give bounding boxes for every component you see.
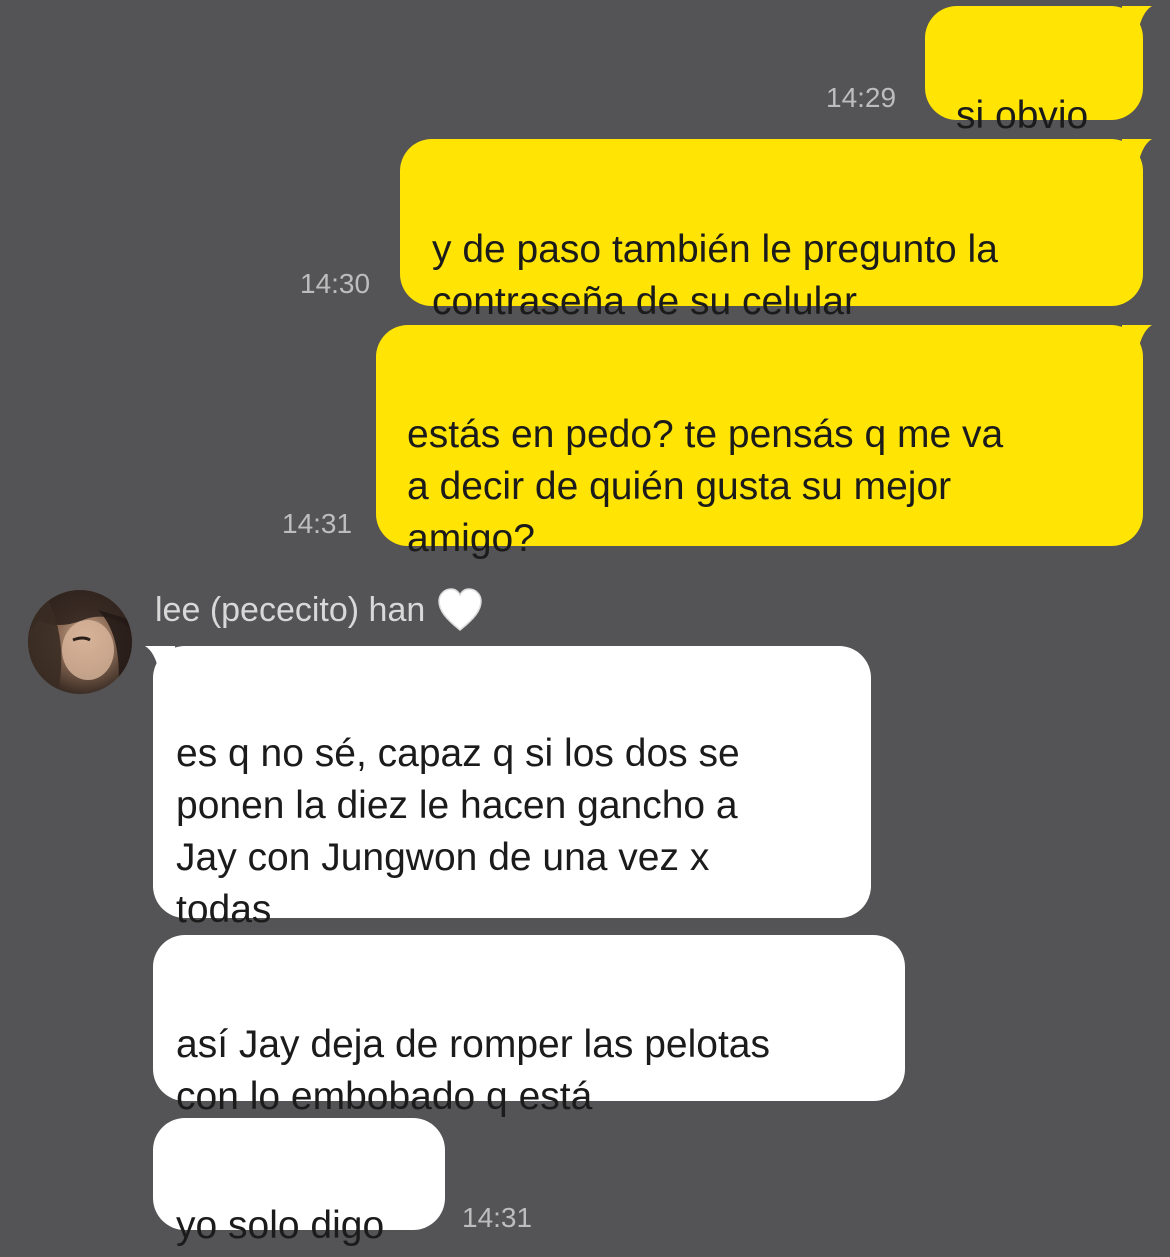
contact-name-text: lee (pececito) han — [155, 590, 426, 629]
incoming-message[interactable]: yo solo digo — [153, 1118, 445, 1247]
message-timestamp: 14:31 — [462, 1202, 533, 1233]
outgoing-message[interactable]: si obvio — [925, 6, 1143, 137]
bubble-tail-icon — [1122, 6, 1152, 32]
message-text: si obvio — [956, 94, 1089, 137]
message-timestamp: 14:29 — [826, 82, 897, 113]
outgoing-message[interactable]: estás en pedo? te pensás q me va a decir… — [376, 325, 1143, 560]
white-heart-icon — [438, 588, 483, 631]
message-text: así Jay deja de romper las pelotas con l… — [176, 1023, 770, 1118]
contact-name: lee (pececito) han — [155, 588, 483, 632]
message-timestamp: 14:31 — [282, 508, 353, 539]
message-text: yo solo digo — [176, 1204, 385, 1247]
incoming-message[interactable]: así Jay deja de romper las pelotas con l… — [153, 935, 905, 1118]
contact-avatar[interactable] — [28, 590, 132, 694]
message-text: estás en pedo? te pensás q me va a decir… — [407, 413, 1004, 560]
incoming-message[interactable]: es q no sé, capaz q si los dos se ponen … — [153, 646, 871, 931]
bubble-tail-icon — [1122, 139, 1152, 165]
message-text: es q no sé, capaz q si los dos se ponen … — [176, 732, 740, 931]
avatar-photo-icon — [28, 590, 132, 694]
outgoing-message[interactable]: y de paso también le pregunto la contras… — [400, 139, 1143, 323]
message-timestamp: 14:30 — [300, 268, 371, 299]
bubble-tail-icon — [1122, 325, 1152, 351]
message-text: y de paso también le pregunto la contras… — [432, 228, 998, 323]
